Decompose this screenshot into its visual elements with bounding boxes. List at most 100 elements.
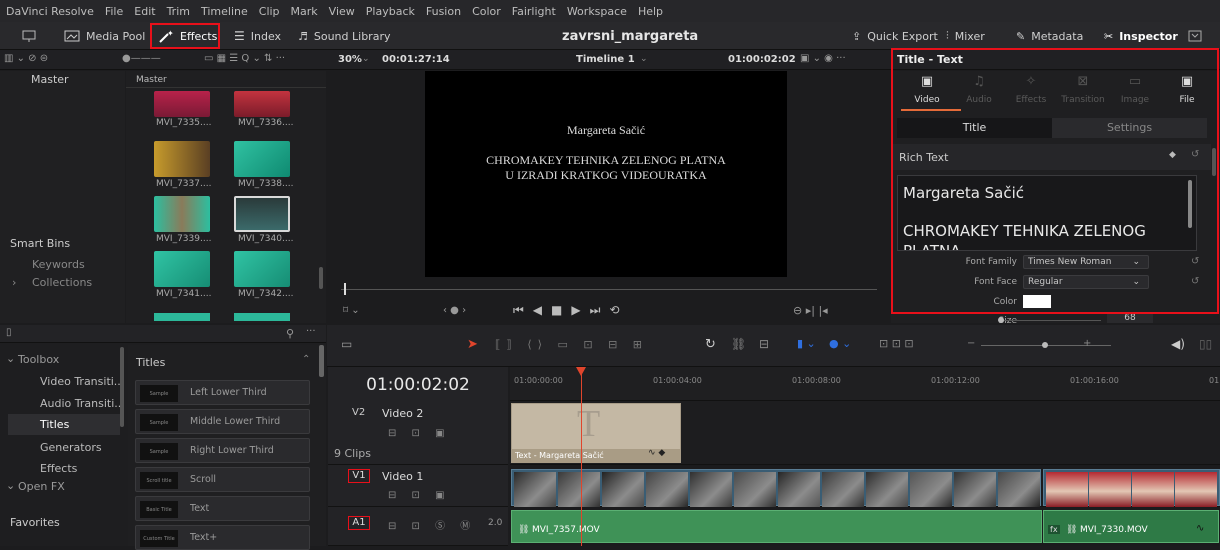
toolbox-category[interactable]: Toolbox xyxy=(18,353,59,366)
video-transitions-category[interactable]: Video Transiti... xyxy=(40,375,124,388)
clip-thumbnail[interactable] xyxy=(234,196,290,232)
clip-thumbnail[interactable] xyxy=(154,141,210,177)
scrubber[interactable] xyxy=(341,289,877,290)
speaker-icon[interactable]: ◀) xyxy=(1171,337,1185,351)
menu-item[interactable]: Clip xyxy=(259,5,280,18)
jog-icon[interactable]: ‹ ● › xyxy=(443,305,466,316)
menu-item[interactable]: Edit xyxy=(134,5,155,18)
timeline-view-icon[interactable]: ▭ xyxy=(341,337,352,351)
size-slider[interactable] xyxy=(1001,320,1101,321)
search-icon[interactable]: ⚲ xyxy=(286,327,294,340)
menu-item[interactable]: Playback xyxy=(366,5,415,18)
metadata-button[interactable]: ✎ Metadata xyxy=(1016,22,1083,50)
viewer-options-icon[interactable]: ▣ ⌄ ◉ ··· xyxy=(800,53,846,64)
playhead-handle[interactable] xyxy=(576,367,586,376)
open-fx-category[interactable]: Open FX xyxy=(18,480,65,493)
timeline-chevron-icon[interactable]: ⌄ xyxy=(640,54,648,64)
zoom-out-icon[interactable]: − xyxy=(967,338,975,349)
track-id[interactable]: V1 xyxy=(348,469,370,483)
menu-item[interactable]: Workspace xyxy=(567,5,627,18)
timeline-ruler[interactable]: 01:00:00:00 01:00:04:00 01:00:08:00 01:00:1… xyxy=(510,367,1220,401)
sound-library-button[interactable]: ♬ Sound Library xyxy=(298,22,390,50)
favorites-section[interactable]: Favorites xyxy=(10,516,60,529)
index-button[interactable]: ☰ Index xyxy=(234,22,281,50)
zoom-chevron-icon[interactable]: ⌄ xyxy=(362,54,370,64)
zoom-in-icon[interactable]: + xyxy=(1083,338,1091,349)
clip-thumbnail[interactable] xyxy=(234,91,290,117)
open-fx-chevron-icon[interactable]: ⌄ xyxy=(6,479,15,492)
title-template-item[interactable]: Scroll title Scroll xyxy=(135,467,310,492)
viewer-zoom[interactable]: 30% xyxy=(338,54,362,65)
link-icon[interactable]: ⛓ xyxy=(731,337,746,351)
marker-icon[interactable]: ● ⌄ xyxy=(829,337,851,350)
menu-item[interactable]: Trim xyxy=(167,5,190,18)
track-name[interactable]: Video 1 xyxy=(382,470,423,483)
timeline-zoom-handle[interactable] xyxy=(1042,342,1048,348)
menu-item[interactable]: File xyxy=(105,5,123,18)
viewer-canvas[interactable]: Margareta Sačić CHROMAKEY TEHNIKA ZELENO… xyxy=(425,71,787,277)
track-name[interactable]: Video 2 xyxy=(382,407,423,420)
edit-tools-icon[interactable]: ⟦⟧ ⟨⟩ ▭ ⊡ ⊟ ⊞ xyxy=(495,338,648,351)
flag-icon[interactable]: ▮ ⌄ xyxy=(797,337,816,350)
title-template-item[interactable]: Sample Left Lower Third xyxy=(135,380,310,405)
media-pool-scrollbar[interactable] xyxy=(319,267,323,289)
quick-export-button[interactable]: ⇪ Quick Export xyxy=(852,22,938,50)
snap-icon[interactable]: ↻ xyxy=(705,337,716,352)
menu-item[interactable]: DaVinci Resolve xyxy=(6,5,94,18)
menu-item[interactable]: Mark xyxy=(291,5,318,18)
transport-controls[interactable]: ⏮◀■▶⏭⟲ xyxy=(513,303,628,318)
effects-category[interactable]: Effects xyxy=(40,462,77,475)
track-controls-icon[interactable]: ⊟ ⊡ ▣ xyxy=(388,490,451,501)
collections-bin[interactable]: Collections xyxy=(32,276,92,289)
size-slider-handle[interactable] xyxy=(998,317,1004,323)
audio-clip[interactable]: fx ⛓ MVI_7330.MOV ∿ xyxy=(1043,510,1219,543)
master-bin[interactable]: Master xyxy=(31,73,69,86)
mixer-button[interactable]: ⫶ Mixer xyxy=(946,22,985,50)
panel-toggle-icon[interactable]: ▯ xyxy=(6,327,12,338)
clip-thumbnail[interactable] xyxy=(234,251,290,287)
clip-thumbnail[interactable] xyxy=(154,196,210,232)
track-id[interactable]: A1 xyxy=(348,516,370,530)
playhead-line[interactable] xyxy=(581,367,582,546)
timeline-name[interactable]: Timeline 1 xyxy=(576,54,635,65)
audio-track-controls-icon[interactable]: ⊟ ⊡ Ⓢ Ⓜ xyxy=(388,517,476,532)
scrubber-playhead[interactable] xyxy=(344,283,346,295)
keywords-bin[interactable]: Keywords xyxy=(32,258,85,271)
view-mode-icon[interactable]: ▭ ▦ ☰ Q ⌄ ⇅ ··· xyxy=(204,53,285,64)
volume-curve-icon[interactable]: ∿ xyxy=(1196,523,1204,534)
title-template-item[interactable]: Sample Right Lower Third xyxy=(135,438,310,463)
collections-chevron-icon[interactable]: › xyxy=(12,276,16,289)
title-template-item[interactable]: Custom Title Text+ xyxy=(135,525,310,550)
title-template-item[interactable]: Basic Title Text xyxy=(135,496,310,521)
title-template-item[interactable]: Sample Middle Lower Third xyxy=(135,409,310,434)
audio-transitions-category[interactable]: Audio Transiti... xyxy=(40,397,125,410)
media-pool-button[interactable]: Media Pool xyxy=(64,22,145,50)
audio-meter-icon[interactable]: ▯▯ xyxy=(1199,337,1212,351)
zoom-full-icon[interactable]: ⊡ ⊡ ⊡ xyxy=(879,337,914,350)
viewer-mode-icon[interactable]: ⌑ ⌄ xyxy=(343,305,360,316)
expand-icon[interactable] xyxy=(1188,22,1202,50)
layout-icon[interactable]: ▥ ⌄ ⊘ ⊜ xyxy=(4,53,48,64)
track-controls-icon[interactable]: ⊟ ⊡ ▣ xyxy=(388,428,451,439)
generators-category[interactable]: Generators xyxy=(40,441,102,454)
menu-item[interactable]: Fairlight xyxy=(512,5,556,18)
menu-item[interactable]: Color xyxy=(472,5,501,18)
lock-icon[interactable]: ⊟ xyxy=(759,337,769,351)
match-frame-icon[interactable]: ⊖ ▸| |◂ xyxy=(793,304,828,317)
audio-clip[interactable]: ⛓ MVI_7357.MOV xyxy=(511,510,1042,543)
clip-thumbnail[interactable] xyxy=(234,141,290,177)
category-scrollbar[interactable] xyxy=(120,347,124,427)
workspace-icon[interactable] xyxy=(22,22,36,50)
more-options-icon[interactable]: ··· xyxy=(306,326,316,337)
keyframe-curve-icon[interactable]: ∿ ◆ xyxy=(648,448,665,458)
thumb-slider[interactable]: ●——— xyxy=(122,53,161,64)
menu-item[interactable]: View xyxy=(329,5,355,18)
titles-scrollbar[interactable] xyxy=(319,345,324,377)
collapse-icon[interactable]: ⌃ xyxy=(302,354,310,365)
size-value[interactable]: 68 xyxy=(1107,314,1153,323)
menu-item[interactable]: Timeline xyxy=(201,5,248,18)
selection-tool-icon[interactable]: ➤ xyxy=(467,337,478,352)
title-clip[interactable]: T Text - Margareta Sačić ∿ ◆ xyxy=(511,403,681,463)
toolbox-chevron-icon[interactable]: ⌄ xyxy=(6,352,15,365)
menu-item[interactable]: Help xyxy=(638,5,663,18)
